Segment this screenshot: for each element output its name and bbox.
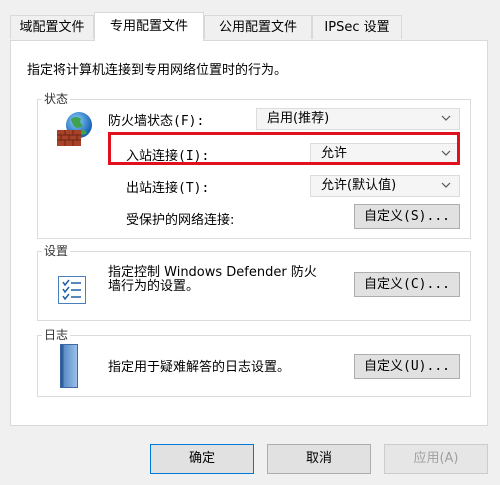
state-group: 状态 防火墙状态(F): 启用(推荐) 入站连接(I): 允许 出站连接(T):… — [37, 90, 471, 239]
settings-description-line1: 指定控制 Windows Defender 防火 — [108, 265, 317, 280]
chevron-down-icon — [441, 115, 451, 121]
cancel-button[interactable]: 取消 — [267, 444, 371, 474]
tab-private-profile[interactable]: 专用配置文件 — [94, 12, 204, 41]
tab-panel: 指定将计算机连接到专用网络位置时的行为。 状态 防火墙状态(F): 启用(推荐)… — [10, 40, 488, 426]
firewall-globe-icon — [57, 112, 92, 146]
apply-button[interactable]: 应用(A) — [384, 444, 488, 474]
log-notebook-icon — [60, 344, 78, 388]
outbound-connections-value: 允许(默认值) — [321, 178, 397, 193]
outbound-connections-dropdown[interactable]: 允许(默认值) — [310, 175, 460, 197]
profile-description: 指定将计算机连接到专用网络位置时的行为。 — [27, 63, 288, 78]
protected-connections-label: 受保护的网络连接: — [126, 213, 235, 228]
logging-description: 指定用于疑难解答的日志设置。 — [108, 360, 291, 375]
tab-ipsec-settings[interactable]: IPSec 设置 — [312, 15, 402, 39]
logging-group: 日志 指定用于疑难解答的日志设置。 自定义(U)... — [37, 326, 471, 397]
inbound-highlight-box — [108, 132, 460, 165]
settings-description: 指定控制 Windows Defender 防火 墙行为的设置。 — [108, 266, 317, 294]
settings-group: 设置 指定控制 Windows Defender 防火 墙行为的设置。 自定义(… — [37, 242, 471, 321]
customize-protected-connections-button[interactable]: 自定义(S)... — [354, 204, 460, 229]
logging-group-title: 日志 — [42, 326, 71, 343]
settings-description-line2: 墙行为的设置。 — [108, 279, 200, 294]
ok-button[interactable]: 确定 — [150, 444, 254, 474]
chevron-down-icon — [441, 182, 451, 188]
settings-checklist-icon — [58, 276, 86, 304]
firewall-state-value: 启用(推荐) — [267, 111, 330, 126]
firewall-state-dropdown[interactable]: 启用(推荐) — [256, 108, 460, 130]
customize-logging-button[interactable]: 自定义(U)... — [354, 354, 460, 379]
state-group-title: 状态 — [42, 90, 71, 107]
outbound-connections-label: 出站连接(T): — [126, 181, 210, 196]
tab-public-profile[interactable]: 公用配置文件 — [204, 15, 312, 39]
customize-settings-button[interactable]: 自定义(C)... — [354, 272, 460, 297]
firewall-state-label: 防火墙状态(F): — [108, 114, 205, 129]
settings-group-title: 设置 — [42, 242, 71, 259]
tab-strip: 域配置文件 专用配置文件 公用配置文件 IPSec 设置 — [10, 12, 490, 41]
tab-domain-profile[interactable]: 域配置文件 — [10, 15, 94, 39]
